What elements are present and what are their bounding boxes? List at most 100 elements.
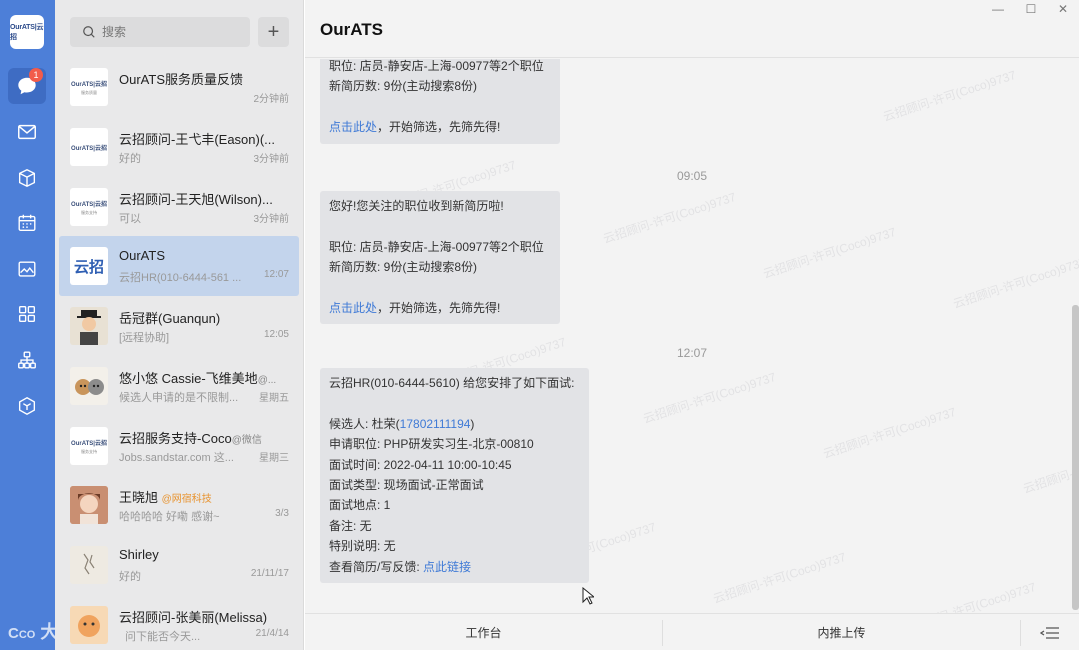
conversation-time: 2分钟前 [253, 94, 289, 105]
menu-icon [1040, 626, 1059, 639]
calendar-icon [18, 214, 36, 232]
watermark: 云招顾问-许可(Coco)9737 [901, 579, 1038, 613]
sketch-avatar-icon [83, 553, 95, 575]
search-box[interactable] [70, 17, 250, 47]
interview-type-line: 面试类型: 现场面试-正常面试 [329, 478, 484, 493]
avatar: OurATS|云招 [70, 128, 108, 166]
cartoon-avatar-icon [78, 615, 100, 637]
message-area: 云招顾问-许可(Coco)9737 云招顾问-许可(Coco)9737 云招顾问… [305, 59, 1079, 613]
conversation-name: 悠小悠 Cassie-飞维美地@... [119, 371, 277, 386]
conversation-time: 12:05 [263, 329, 289, 340]
cube-nav-button[interactable] [8, 388, 46, 424]
chat-title: OurATS [320, 20, 383, 39]
chat-header: OurATS — ☐ ✕ [305, 0, 1079, 58]
conversation-item[interactable]: OurATS|云招 云招顾问-王弋丰(Eason)(... 好的 3分钟前 [59, 117, 299, 177]
timestamp: 12:07 [676, 346, 708, 360]
watermark: 云招顾问-许可(Coco)9737 [821, 404, 958, 462]
conversation-preview: Jobs.sandstar.com 这... [119, 452, 234, 464]
watermark: 云招顾问-许可(Coco)9737 [951, 254, 1079, 312]
message-line: 职位: 店员-静安店-上海-00977等2个职位 [329, 239, 544, 254]
chat-pane: OurATS — ☐ ✕ 云招顾问-许可(Coco)9737 云招顾问-许可(C… [305, 0, 1079, 650]
scrollbar[interactable] [1072, 305, 1079, 610]
calendar-nav-button[interactable] [8, 205, 46, 241]
chat-footer: 工作台 内推上传 [305, 613, 1079, 650]
search-icon [83, 26, 95, 38]
screen-link[interactable]: 点击此处 [329, 120, 377, 134]
conversation-preview: 候选人申请的是不限制... [119, 392, 239, 404]
candidate-line: 候选人: 杜荣(17802111194) [329, 416, 475, 431]
unread-badge: 1 [29, 68, 43, 82]
watermark: 云招顾问-许可(Coco)9737 [761, 224, 898, 282]
conversation-name: 云招顾问-张美丽(Melissa) [119, 610, 268, 625]
conversation-time: 星期五 [259, 393, 289, 404]
message-line: 云招HR(010-6444-5610) 给您安排了如下面试: [329, 376, 575, 390]
avatar: OurATS|云招 服务支持 [70, 188, 108, 226]
grid-nav-button[interactable] [8, 296, 46, 332]
conversation-preview: 好的 [119, 571, 141, 583]
conversation-preview: 哈哈哈哈 好嘞 感谢~ [119, 511, 220, 523]
left-rail: OurATS|云招 1 CCO 大数据 [0, 0, 94, 650]
box-nav-button[interactable] [8, 160, 46, 196]
pets-avatar-icon [75, 379, 104, 395]
conversation-item[interactable]: 悠小悠 Cassie-飞维美地@... 候选人申请的是不限制... 星期五 [59, 356, 299, 416]
avatar: OurATS|云招 服务支持 [70, 427, 108, 465]
conversation-item-active[interactable]: 云招 OurATS 云招HR(010-6444-561 ... 12:07 [59, 236, 299, 296]
image-nav-button[interactable] [8, 251, 46, 287]
maximize-button[interactable]: ☐ [1015, 0, 1047, 18]
conversation-time: 21/4/14 [255, 628, 289, 639]
conversation-name: Shirley [119, 547, 159, 562]
interview-message-bubble: 云招HR(010-6444-5610) 给您安排了如下面试: 候选人: 杜荣(1… [320, 368, 589, 584]
person-avatar-icon [77, 310, 101, 345]
watermark: 云招顾问-许可(Coco)9737 [711, 549, 848, 607]
conversation-item[interactable]: 岳冠群(Guanqun) [远程协助] 12:05 [59, 296, 299, 356]
message-bubble: 职位: 店员-静安店-上海-00977等2个职位 新简历数: 9份(主动搜索8份… [320, 59, 560, 144]
conversation-preview: [远程协助] [119, 332, 170, 344]
org-icon [18, 351, 36, 369]
conversation-item[interactable]: 王晓旭 @网宿科技 哈哈哈哈 好嘞 感谢~ 3/3 [59, 475, 299, 535]
message-bubble: 您好!您关注的职位收到新简历啦! 职位: 店员-静安店-上海-00977等2个职… [320, 191, 560, 325]
conversation-item[interactable]: Shirley 好的 21/11/17 [59, 535, 299, 595]
watermark: 云招顾问-许可(Coco)9737 [1021, 439, 1079, 497]
image-icon [18, 261, 36, 277]
interview-time-line: 面试时间: 2022-04-11 10:00-10:45 [329, 457, 512, 472]
conversation-time: 星期三 [259, 453, 289, 464]
conversation-item[interactable]: OurATS|云招 服务支持 云招顾问-王天旭(Wilson)... 可以 3分钟… [59, 177, 299, 237]
timestamp: 09:05 [676, 169, 708, 183]
conversation-name: 云招顾问-王天旭(Wilson)... [119, 192, 273, 207]
conversation-name: 云招顾问-王弋丰(Eason)(... [119, 132, 276, 147]
menu-button[interactable] [1021, 614, 1079, 650]
conversation-name: 云招服务支持-Coco@微信 [119, 431, 262, 446]
grid-icon [18, 305, 36, 323]
message-line: 点击此处，开始筛选，先筛先得! [329, 301, 501, 315]
position-line: 申请职位: PHP研发实习生-北京-00810 [329, 437, 534, 452]
watermark: 云招顾问-许可(Coco)9737 [601, 189, 738, 247]
avatar [70, 307, 108, 345]
conversation-item[interactable]: OurATS|云招 服务质量 OurATS服务质量反馈 2分钟前 [59, 57, 299, 117]
add-button[interactable]: + [258, 17, 289, 47]
app-logo: OurATS|云招 [10, 15, 44, 49]
candidate-phone-link[interactable]: 17802111194 [400, 417, 471, 431]
minimize-button[interactable]: — [982, 0, 1014, 18]
screen-link[interactable]: 点击此处 [329, 301, 377, 315]
conversation-name: OurATS [119, 248, 165, 263]
workbench-button[interactable]: 工作台 [305, 614, 662, 650]
conversation-time: 12:07 [263, 269, 289, 280]
conversation-time: 3/3 [275, 508, 289, 519]
conversation-preview: 可以 [119, 213, 141, 225]
avatar [70, 486, 108, 524]
interview-location-line: 面试地点: 1 [329, 498, 391, 513]
search-input[interactable] [102, 25, 242, 39]
referral-upload-button[interactable]: 内推上传 [663, 614, 1020, 650]
mail-nav-button[interactable] [8, 114, 46, 150]
mouse-cursor-icon [582, 587, 594, 605]
mail-icon [18, 124, 36, 140]
box-icon [18, 168, 36, 188]
avatar [70, 367, 108, 405]
conversation-item[interactable]: 云招顾问-张美丽(Melissa) 问下能否今天... 21/4/14 [59, 595, 299, 650]
chat-nav-button[interactable]: 1 [8, 68, 46, 104]
org-nav-button[interactable] [8, 342, 46, 378]
resume-link[interactable]: 点此链接 [423, 560, 471, 574]
close-button[interactable]: ✕ [1047, 0, 1079, 18]
message-line: 点击此处，开始筛选，先筛先得! [329, 120, 501, 135]
conversation-item[interactable]: OurATS|云招 服务支持 云招服务支持-Coco@微信 Jobs.sandst… [59, 416, 299, 476]
